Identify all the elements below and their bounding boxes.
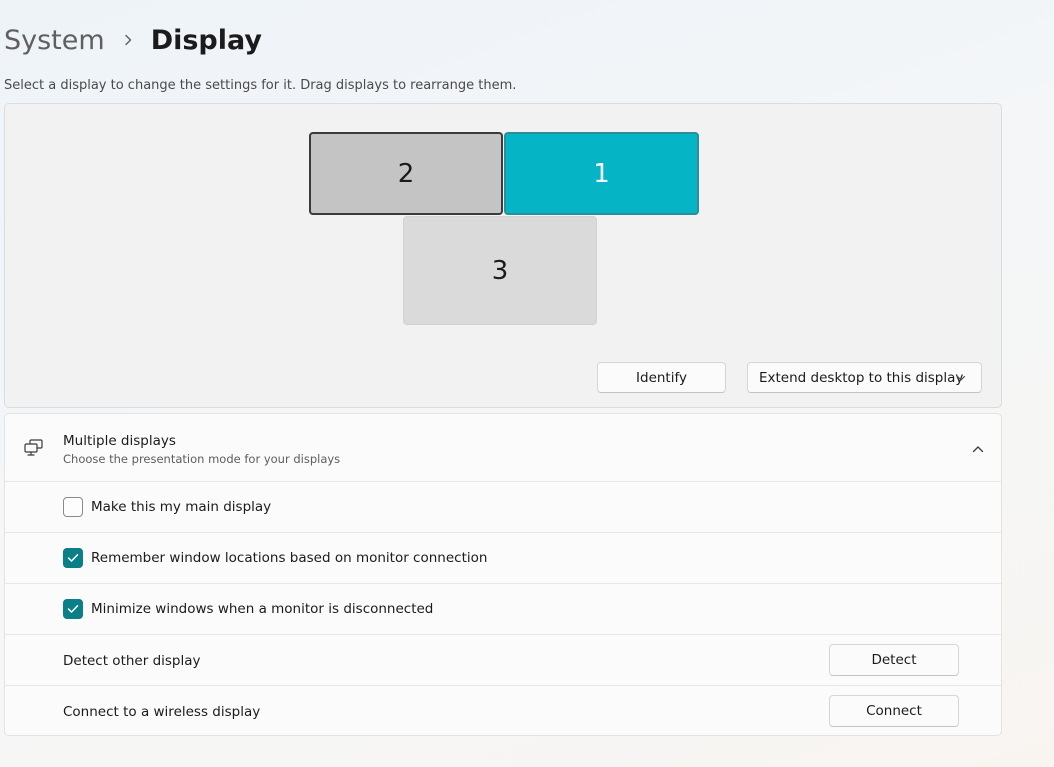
minimize-windows-row: Minimize windows when a monitor is disco…: [5, 584, 1001, 635]
identify-button[interactable]: Identify: [597, 362, 726, 393]
breadcrumb-system-link[interactable]: System: [4, 25, 105, 56]
monitor-number: 1: [593, 158, 610, 189]
connect-button[interactable]: Connect: [829, 695, 959, 727]
wireless-display-label: Connect to a wireless display: [63, 704, 261, 720]
minimize-windows-label[interactable]: Minimize windows when a monitor is disco…: [91, 601, 433, 617]
display-arrangement-panel: 2 1 3 Identify Extend desktop to this di…: [4, 103, 1002, 408]
detect-display-label: Detect other display: [63, 653, 201, 669]
multiple-displays-title: Multiple displays: [63, 433, 176, 449]
remember-locations-row: Remember window locations based on monit…: [5, 533, 1001, 584]
monitor-2[interactable]: 2: [309, 132, 503, 215]
multiple-displays-header[interactable]: Multiple displays Choose the presentatio…: [5, 414, 1001, 482]
detect-display-row: Detect other display Detect: [5, 635, 1001, 686]
display-mode-value: Extend desktop to this display: [759, 369, 964, 386]
wireless-display-row: Connect to a wireless display Connect: [5, 686, 1001, 735]
display-mode-dropdown[interactable]: Extend desktop to this display: [747, 362, 982, 393]
checkmark-icon: [67, 554, 79, 562]
chevron-down-icon: [955, 372, 967, 384]
chevron-right-icon: [121, 33, 135, 47]
detect-button[interactable]: Detect: [829, 644, 959, 676]
main-display-label[interactable]: Make this my main display: [91, 499, 271, 515]
monitor-number: 2: [397, 158, 415, 189]
remember-locations-checkbox[interactable]: [63, 548, 83, 568]
arrangement-instructions: Select a display to change the settings …: [4, 78, 517, 93]
main-display-row: Make this my main display: [5, 482, 1001, 533]
checkmark-icon: [67, 605, 79, 613]
monitor-3[interactable]: 3: [403, 216, 597, 325]
monitor-1-selected[interactable]: 1: [504, 132, 699, 215]
breadcrumb: System Display: [4, 20, 262, 60]
chevron-up-icon[interactable]: [971, 441, 985, 455]
page-title: Display: [150, 24, 262, 56]
multiple-displays-description: Choose the presentation mode for your di…: [63, 452, 341, 466]
remember-locations-label[interactable]: Remember window locations based on monit…: [91, 550, 487, 566]
multiple-displays-icon: [23, 438, 45, 458]
monitor-number: 3: [491, 255, 509, 286]
main-display-checkbox[interactable]: [63, 497, 83, 517]
minimize-windows-checkbox[interactable]: [63, 599, 83, 619]
multiple-displays-section: Multiple displays Choose the presentatio…: [4, 413, 1002, 736]
